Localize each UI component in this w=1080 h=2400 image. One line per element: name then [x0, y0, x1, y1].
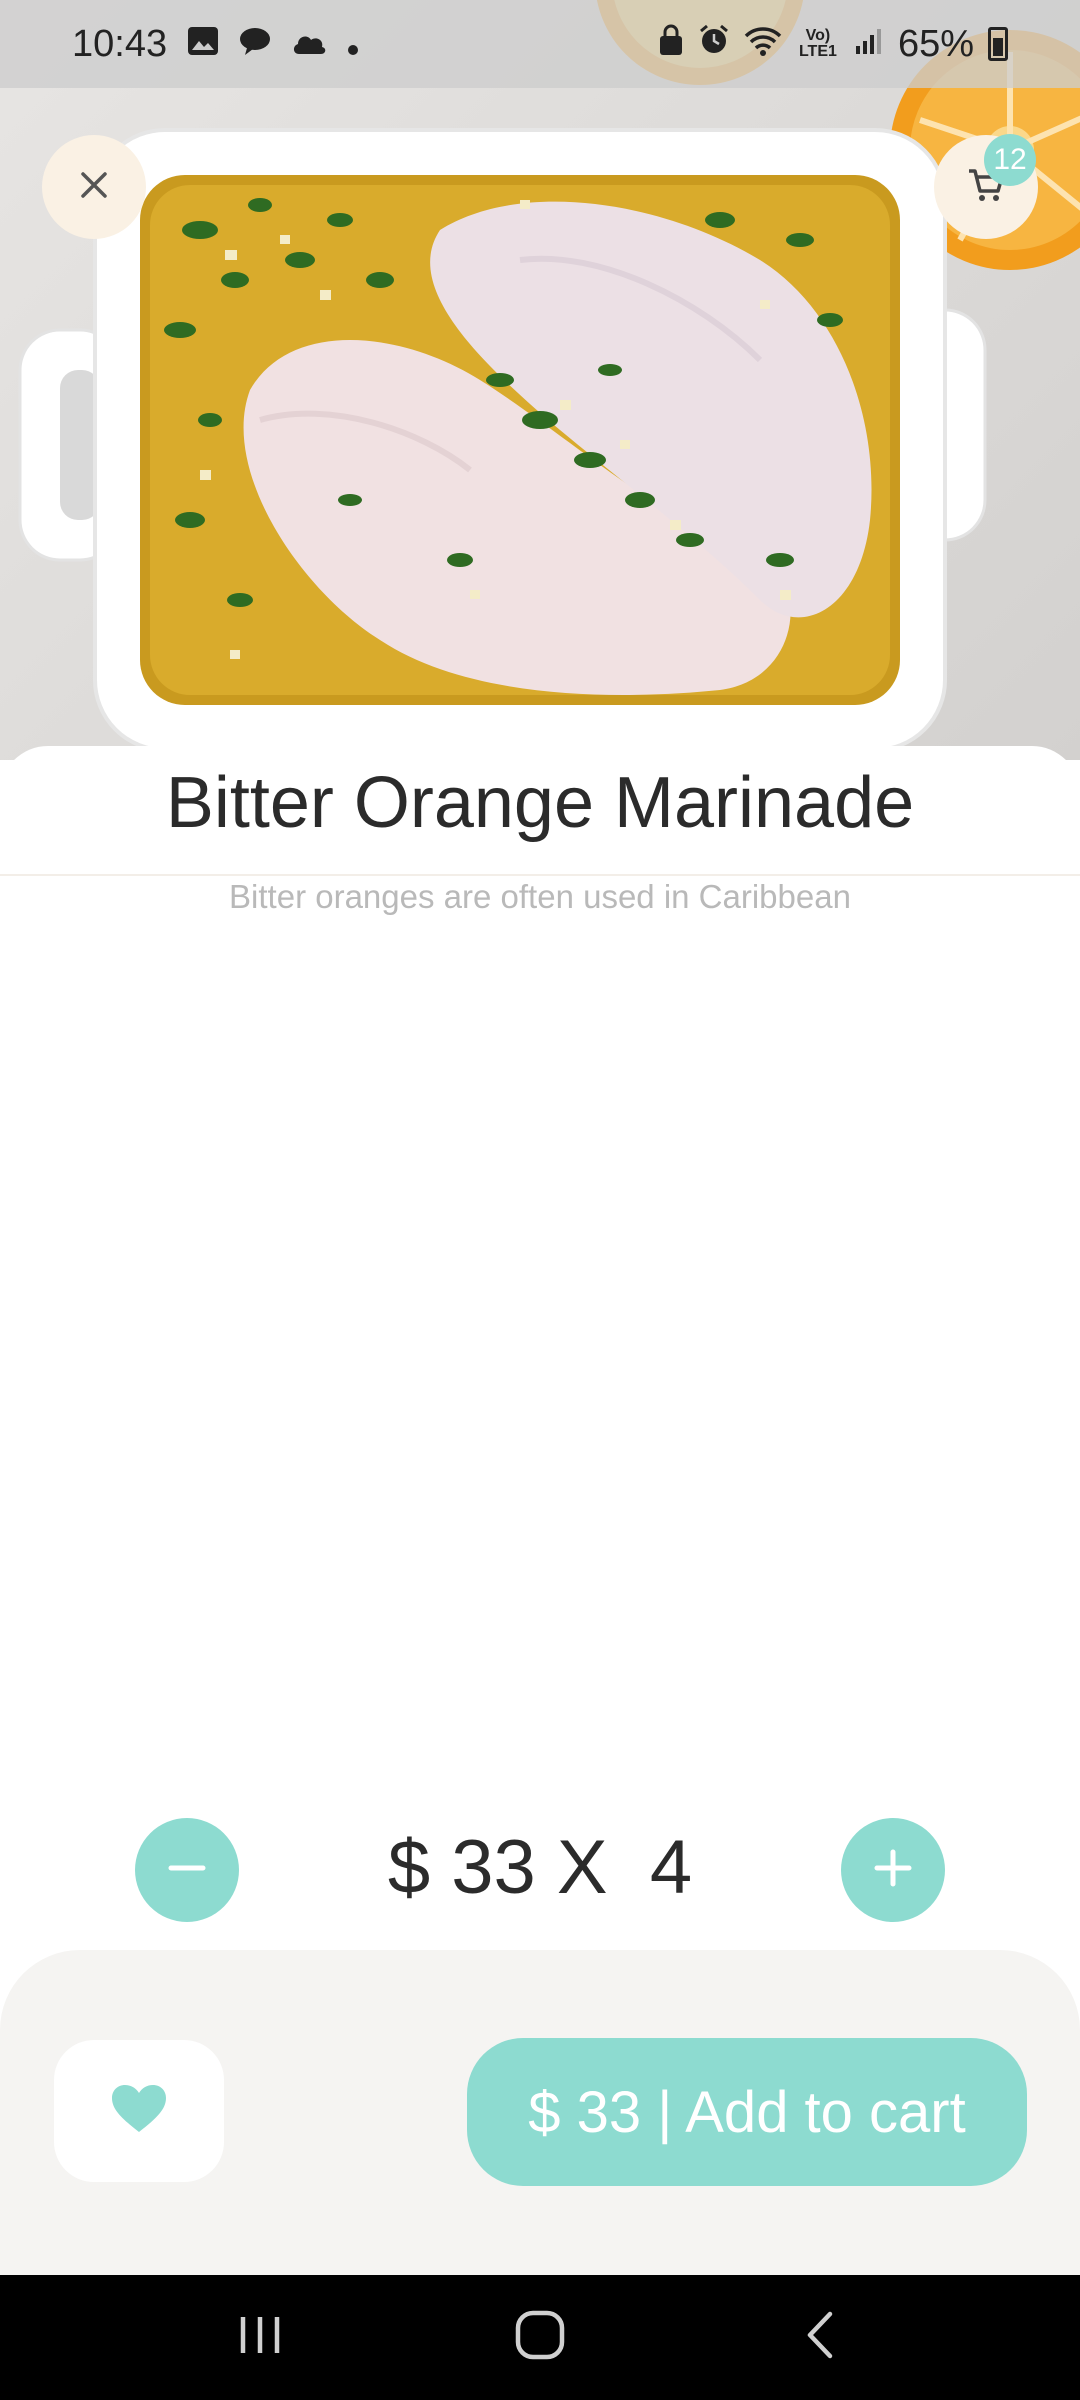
system-nav-bar	[0, 2275, 1080, 2400]
status-time: 10:43	[72, 22, 168, 65]
add-to-cart-button[interactable]: $ 33 | Add to cart	[467, 2038, 1027, 2186]
close-icon	[79, 170, 109, 205]
recent-apps-button[interactable]	[200, 2288, 320, 2388]
heart-icon	[111, 2084, 167, 2139]
lock-icon	[658, 23, 684, 66]
cloud-icon	[291, 23, 327, 66]
increase-quantity-button[interactable]	[841, 1818, 945, 1922]
home-button[interactable]	[480, 2288, 600, 2388]
lte-icon: Vo) LTE1	[796, 28, 840, 60]
cart-count-badge: 12	[984, 134, 1036, 186]
back-button[interactable]	[760, 2288, 880, 2388]
battery-percent: 65%	[897, 22, 974, 65]
recents-icon	[235, 2313, 285, 2362]
decrease-quantity-button[interactable]	[135, 1818, 239, 1922]
alarm-icon	[698, 23, 730, 66]
signal-icon	[854, 23, 884, 66]
network-label: Vo) LTE1	[798, 27, 837, 60]
image-icon	[187, 23, 219, 66]
product-title: Bitter Orange Marinade	[165, 763, 915, 843]
dot-icon	[347, 23, 359, 66]
minus-icon	[167, 1848, 207, 1893]
price-quantity-label: $ 33 X 4	[387, 1825, 693, 1910]
close-button[interactable]	[42, 135, 146, 239]
wifi-icon	[744, 23, 782, 66]
favorite-button[interactable]	[54, 2040, 224, 2182]
product-image	[0, 0, 1080, 760]
title-divider	[0, 874, 1080, 876]
message-icon	[239, 23, 271, 66]
plus-icon	[873, 1848, 913, 1893]
home-icon	[514, 2309, 566, 2366]
product-description: Bitter oranges are often used in Caribbe…	[229, 878, 851, 915]
status-bar: 10:43 Vo) LTE1 65%	[0, 0, 1080, 88]
back-icon	[802, 2310, 838, 2365]
battery-icon	[988, 27, 1008, 61]
